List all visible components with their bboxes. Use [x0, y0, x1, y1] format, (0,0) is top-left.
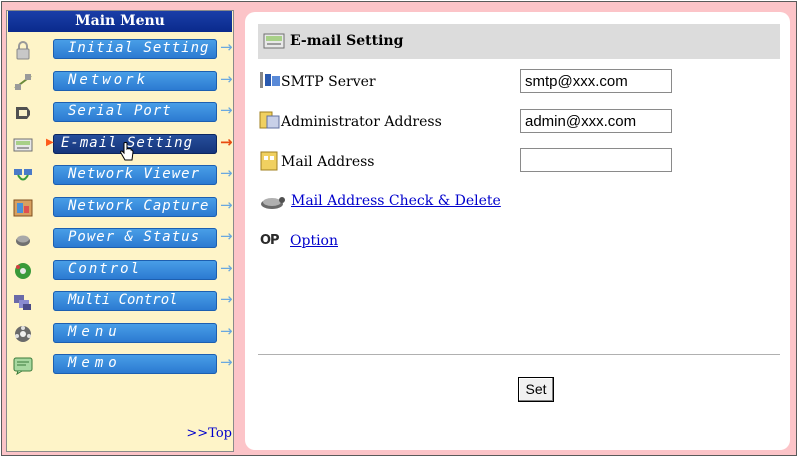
arrow-icon: →: [220, 227, 233, 245]
menu-title: Main Menu: [8, 11, 232, 32]
network-icon: [14, 74, 32, 90]
menu-item-label: Power & Status: [68, 229, 201, 245]
network-button[interactable]: Network: [53, 71, 217, 91]
administrator-address-input[interactable]: [520, 109, 672, 133]
menu-item-initial-setting[interactable]: Initial Setting →: [7, 37, 235, 63]
arrow-icon: →: [220, 353, 233, 371]
menu-item-label: Serial Port: [68, 103, 172, 119]
menu-item-label: Control: [68, 261, 142, 277]
network-viewer-icon: [14, 169, 32, 181]
initial-setting-button[interactable]: Initial Setting: [53, 39, 217, 59]
power-icon: [16, 235, 30, 246]
serial-port-button[interactable]: Serial Port: [53, 102, 217, 122]
menu-item-menu[interactable]: Menu →: [7, 321, 235, 347]
menu-item-network[interactable]: Network →: [7, 69, 235, 95]
network-capture-button[interactable]: Network Capture: [53, 197, 217, 217]
menu-item-label: Multi Control: [68, 292, 178, 308]
multi-control-icon: [14, 295, 31, 310]
smtp-server-label: SMTP Server: [281, 74, 376, 90]
server-icon: [260, 72, 280, 88]
menu-item-control[interactable]: Control →: [7, 258, 235, 284]
email-icon: [13, 138, 33, 152]
menu-item-memo[interactable]: Memo →: [7, 352, 235, 378]
multi-control-button[interactable]: Multi Control: [53, 291, 217, 311]
menu-icon: [15, 326, 31, 342]
serial-port-icon: [16, 107, 30, 119]
arrow-icon: →: [220, 164, 233, 182]
menu-item-network-viewer[interactable]: Network Viewer →: [7, 163, 235, 189]
set-button[interactable]: Set: [518, 377, 554, 402]
divider: [258, 354, 780, 355]
arrow-icon: →: [220, 259, 233, 277]
menu-item-label: Network Viewer: [68, 166, 201, 182]
arrow-icon: →: [220, 70, 233, 88]
check-delete-icon: [261, 197, 285, 209]
content-panel: E-mail Setting SMTP Server Administrator…: [245, 12, 790, 450]
menu-button[interactable]: Menu: [53, 323, 217, 343]
menu-item-power-status[interactable]: Power & Status →: [7, 226, 235, 252]
smtp-server-input[interactable]: [520, 69, 672, 93]
active-marker-icon: ▶: [46, 137, 54, 148]
lock-icon: [16, 41, 30, 60]
option-icon: OP: [260, 233, 280, 248]
control-button[interactable]: Control: [53, 260, 217, 280]
arrow-icon: →: [220, 38, 233, 56]
menu-item-label: Memo: [68, 355, 122, 371]
mail-address-input[interactable]: [520, 148, 672, 172]
control-icon: [15, 263, 31, 279]
arrow-icon: →: [220, 133, 233, 151]
network-viewer-button[interactable]: Network Viewer: [53, 165, 217, 185]
top-link[interactable]: >>Top: [186, 426, 232, 441]
mail-address-label: Mail Address: [281, 154, 375, 170]
main-menu: Main Menu Initial Setting → Network → Se…: [6, 10, 234, 452]
administrator-icon: [259, 111, 280, 129]
menu-item-network-capture[interactable]: Network Capture →: [7, 195, 235, 221]
hand-cursor-icon: [120, 142, 134, 161]
arrow-icon: →: [220, 290, 233, 308]
mail-address-check-delete-link[interactable]: Mail Address Check & Delete: [291, 193, 501, 209]
menu-item-email-setting[interactable]: ▶ E-mail Setting →: [7, 132, 235, 161]
memo-icon: [13, 357, 33, 375]
power-status-button[interactable]: Power & Status: [53, 228, 217, 248]
email-setting-icon: [263, 33, 285, 49]
mail-address-icon: [260, 151, 278, 171]
menu-item-multi-control[interactable]: Multi Control →: [7, 289, 235, 315]
network-capture-icon: [13, 199, 33, 217]
option-link[interactable]: Option: [290, 233, 338, 249]
arrow-icon: →: [220, 101, 233, 119]
administrator-address-label: Administrator Address: [281, 114, 442, 130]
arrow-icon: →: [220, 322, 233, 340]
email-setting-button[interactable]: ▶ E-mail Setting: [46, 134, 217, 154]
menu-item-serial-port[interactable]: Serial Port →: [7, 100, 235, 126]
menu-item-label: Menu: [68, 324, 122, 340]
arrow-icon: →: [220, 196, 233, 214]
menu-item-label: Initial Setting: [68, 40, 210, 56]
section-title: E-mail Setting: [290, 33, 404, 49]
menu-item-label: Network Capture: [68, 198, 210, 214]
menu-item-label: Network: [68, 72, 149, 88]
section-header: E-mail Setting: [258, 24, 780, 59]
memo-button[interactable]: Memo: [53, 354, 217, 374]
